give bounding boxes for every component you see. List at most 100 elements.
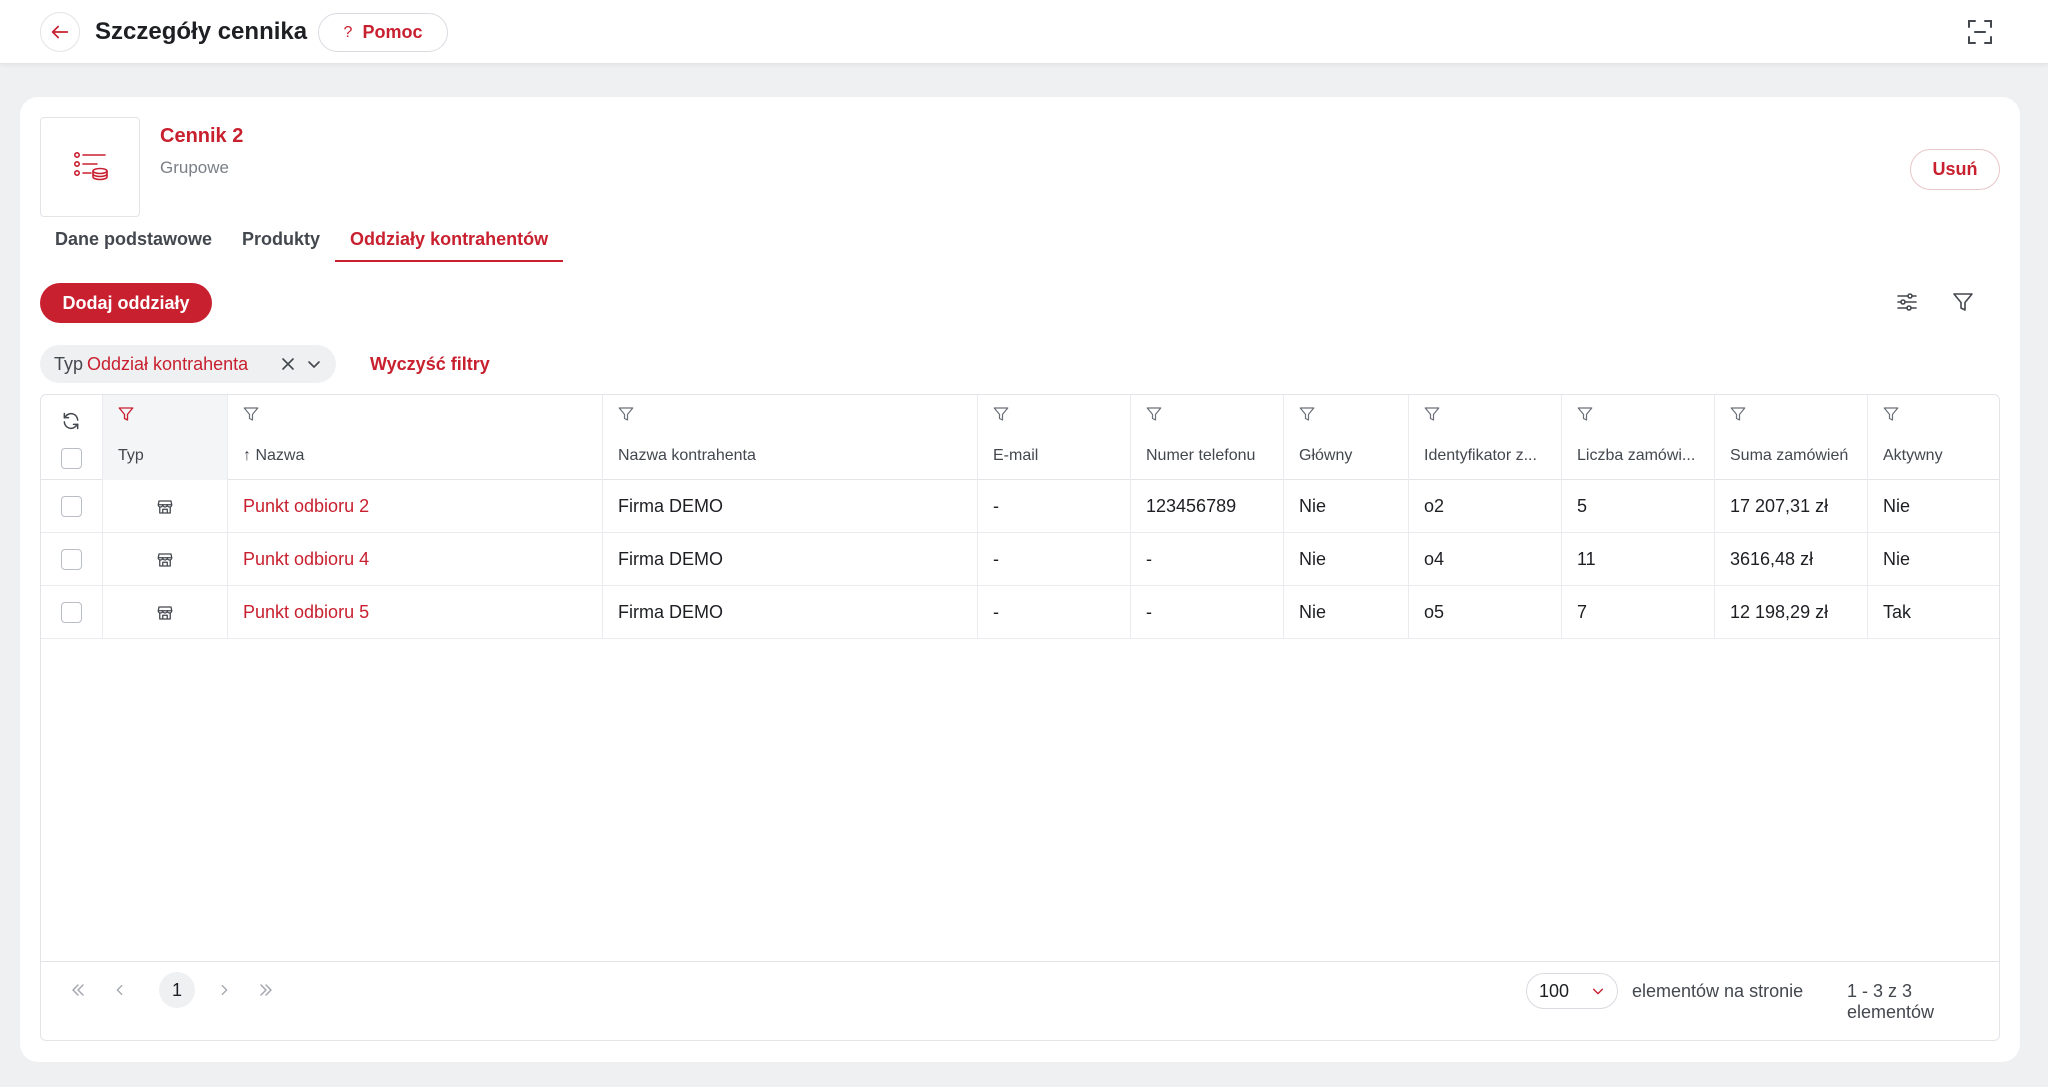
help-button[interactable]: ? Pomoc	[318, 13, 448, 52]
tabs: Dane podstawowe Produkty Oddziały kontra…	[40, 222, 564, 262]
chevron-down-icon[interactable]	[306, 356, 322, 372]
branches-table: Typ ↑ Nazwa Nazwa kontrahenta E-mail Num…	[40, 394, 2000, 1041]
liczba-cell: 11	[1562, 533, 1715, 586]
telefon-cell: -	[1131, 533, 1284, 586]
current-page[interactable]: 1	[159, 972, 195, 1008]
table-row[interactable]: Punkt odbioru 4 Firma DEMO - - Nie o4 11…	[41, 533, 1999, 586]
header-aktywny[interactable]: Aktywny	[1868, 395, 1999, 480]
prev-page-button[interactable]	[103, 973, 137, 1007]
chevrons-right-icon	[260, 984, 272, 996]
email-cell: -	[978, 586, 1131, 639]
suma-cell: 3616,48 zł	[1715, 533, 1868, 586]
list-coins-icon	[74, 152, 108, 181]
header-identyfikator[interactable]: Identyfikator z...	[1409, 395, 1562, 480]
pricelist-type: Grupowe	[160, 158, 229, 177]
chevron-down-icon	[1592, 988, 1604, 995]
chevron-right-icon	[221, 984, 228, 996]
liczba-cell: 5	[1562, 480, 1715, 533]
per-page-label: elementów na stronie	[1632, 981, 1804, 1001]
header-suma-zamowien[interactable]: Suma zamówień	[1715, 395, 1868, 480]
kontrahent-cell: Firma DEMO	[603, 533, 978, 586]
filter-icon[interactable]	[1145, 405, 1163, 423]
next-page-button[interactable]	[207, 973, 241, 1007]
suma-cell: 17 207,31 zł	[1715, 480, 1868, 533]
fullscreen-icon	[1968, 20, 1992, 44]
header-nazwa[interactable]: ↑ Nazwa	[228, 395, 603, 480]
back-button[interactable]	[40, 12, 80, 52]
nazwa-link[interactable]: Punkt odbioru 5	[228, 586, 603, 639]
glowny-cell: Nie	[1284, 533, 1409, 586]
chevron-left-icon	[116, 984, 123, 996]
store-icon	[157, 552, 173, 567]
header-glowny[interactable]: Główny	[1284, 395, 1409, 480]
clear-filters-link[interactable]: Wyczyść filtry	[370, 354, 490, 375]
select-all-checkbox[interactable]	[61, 448, 82, 469]
typ-cell	[103, 533, 228, 586]
table-row[interactable]: Punkt odbioru 2 Firma DEMO - 123456789 N…	[41, 480, 1999, 533]
glowny-cell: Nie	[1284, 480, 1409, 533]
filter-icon[interactable]	[617, 405, 635, 423]
close-icon[interactable]	[280, 356, 296, 372]
filter-icon[interactable]	[1423, 405, 1441, 423]
filter-chip-value: Oddział kontrahenta	[87, 353, 249, 374]
row-select-cell	[41, 480, 103, 533]
aktywny-cell: Nie	[1883, 549, 1911, 569]
row-checkbox[interactable]	[61, 496, 82, 517]
fullscreen-button[interactable]	[1965, 17, 1995, 47]
range-label: 1 - 3 z 3 elementów	[1847, 981, 1935, 1022]
typ-cell	[103, 480, 228, 533]
typ-cell	[103, 586, 228, 639]
page-size-select[interactable]: 100	[1526, 973, 1618, 1009]
identyfikator-cell: o5	[1409, 586, 1562, 639]
tab-dane-podstawowe[interactable]: Dane podstawowe	[40, 222, 227, 262]
table-header: Typ ↑ Nazwa Nazwa kontrahenta E-mail Num…	[41, 395, 1999, 480]
aktywny-cell: Tak	[1883, 602, 1912, 622]
row-checkbox[interactable]	[61, 602, 82, 623]
telefon-cell: -	[1131, 586, 1284, 639]
store-icon	[157, 499, 173, 514]
filter-icon[interactable]	[1729, 405, 1747, 423]
header-nazwa-kontrahenta[interactable]: Nazwa kontrahenta	[603, 395, 978, 480]
column-settings-button[interactable]	[1890, 285, 1924, 319]
filter-button[interactable]	[1946, 285, 1980, 319]
row-checkbox[interactable]	[61, 549, 82, 570]
filter-icon[interactable]	[1882, 405, 1900, 423]
email-cell: -	[978, 533, 1131, 586]
header-select-column	[41, 395, 103, 480]
header-email[interactable]: E-mail	[978, 395, 1131, 480]
tab-produkty[interactable]: Produkty	[227, 222, 335, 262]
filter-chip-typ[interactable]: Typ Oddział kontrahenta	[40, 345, 336, 383]
page-title: Szczegóły cennika	[95, 18, 308, 45]
first-page-button[interactable]	[61, 973, 95, 1007]
header-typ[interactable]: Typ	[103, 395, 228, 480]
filter-icon[interactable]	[242, 405, 260, 423]
refresh-icon[interactable]	[61, 411, 81, 431]
filter-icon[interactable]	[1298, 405, 1316, 423]
filter-icon[interactable]	[992, 405, 1010, 423]
tab-oddzialy-kontrahentow[interactable]: Oddziały kontrahentów	[335, 222, 564, 262]
nazwa-link[interactable]: Punkt odbioru 4	[228, 533, 603, 586]
filter-icon	[1953, 293, 1973, 311]
help-button-label: Pomoc	[362, 22, 423, 42]
arrow-left-icon	[51, 25, 69, 39]
kontrahent-cell: Firma DEMO	[603, 480, 978, 533]
header-numer-telefonu[interactable]: Numer telefonu	[1131, 395, 1284, 480]
aktywny-cell: Nie	[1883, 496, 1911, 516]
glowny-cell: Nie	[1284, 586, 1409, 639]
nazwa-link[interactable]: Punkt odbioru 2	[228, 480, 603, 533]
content-card: Cennik 2 Grupowe Usuń Dane podstawowe Pr…	[20, 97, 2020, 1062]
filter-chip-label: Typ	[54, 353, 84, 374]
filter-icon[interactable]	[117, 405, 135, 423]
chevrons-left-icon	[72, 984, 84, 996]
page-size-value: 100	[1539, 980, 1570, 1001]
store-icon	[157, 605, 173, 620]
table-row[interactable]: Punkt odbioru 5 Firma DEMO - - Nie o5 7 …	[41, 586, 1999, 639]
add-branches-button[interactable]: Dodaj oddziały	[40, 283, 212, 323]
delete-button[interactable]: Usuń	[1910, 149, 2000, 190]
header-liczba-zamowien[interactable]: Liczba zamówi...	[1562, 395, 1715, 480]
filter-icon[interactable]	[1576, 405, 1594, 423]
pagination-bar: 1 100 elementów na stronie 1 - 3 z 3 ele…	[41, 961, 1999, 1040]
row-select-cell	[41, 586, 103, 639]
last-page-button[interactable]	[249, 973, 283, 1007]
row-select-cell	[41, 533, 103, 586]
